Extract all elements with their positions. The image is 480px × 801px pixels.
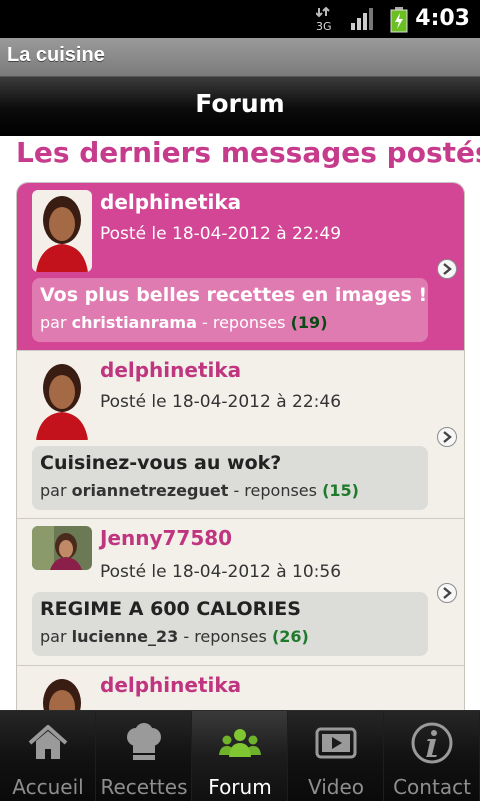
post-by-user: oriannetrezeguet [71, 481, 229, 500]
post-by-user: christianrama [71, 313, 197, 332]
chevron-right-icon[interactable] [437, 427, 457, 447]
bottom-tab-bar: Accueil Recettes Forum Video Contact [0, 710, 480, 801]
post-summary: Vos plus belles recettes en images ! par… [32, 278, 428, 342]
tab-label: Recettes [100, 775, 188, 799]
post-by-user: lucienne_23 [71, 627, 179, 646]
reply-count: (26) [271, 627, 309, 646]
tab-label: Accueil [12, 775, 84, 799]
tab-accueil[interactable]: Accueil [0, 711, 96, 801]
page-title: Forum [195, 89, 285, 118]
tab-recettes[interactable]: Recettes [96, 711, 192, 801]
post-meta: par lucienne_23 - reponses (26) [40, 627, 309, 646]
tab-video[interactable]: Video [288, 711, 384, 801]
post-meta: par oriannetrezeguet - reponses (15) [40, 481, 359, 500]
chevron-right-icon[interactable] [437, 583, 457, 603]
chevron-right-icon[interactable] [437, 259, 457, 279]
post-summary: REGIME A 600 CALORIES par lucienne_23 - … [32, 592, 428, 656]
tab-forum[interactable]: Forum [192, 711, 288, 801]
network-3g-icon: 3G [315, 6, 336, 35]
post-author: delphinetika [100, 190, 242, 214]
tab-label: Video [307, 775, 365, 799]
by-label: par [40, 627, 67, 646]
by-label: par [40, 313, 67, 332]
list-item[interactable]: Jenny77580 Posté le 18-04-2012 à 10:56 R… [17, 519, 464, 666]
list-item[interactable]: delphinetika [17, 666, 464, 710]
post-subject: Cuisinez-vous au wok? [40, 452, 282, 474]
clock: 4:03 [415, 6, 470, 31]
post-author: Jenny77580 [100, 526, 233, 550]
replies-label: - reponses [233, 481, 317, 500]
tab-contact[interactable]: Contact [384, 711, 480, 801]
by-label: par [40, 481, 67, 500]
avatar [32, 358, 92, 440]
post-date: Posté le 18-04-2012 à 10:56 [100, 562, 342, 582]
video-icon [315, 727, 357, 759]
tab-label: Contact [393, 775, 471, 799]
reply-count: (15) [322, 481, 359, 500]
tab-label: Forum [208, 775, 272, 799]
reply-count: (19) [290, 313, 328, 332]
post-list: delphinetika Posté le 18-04-2012 à 22:49… [16, 182, 465, 710]
post-subject: Vos plus belles recettes en images ! [40, 284, 428, 306]
battery-charging-icon [390, 7, 408, 37]
section-heading: Les derniers messages postés [16, 136, 480, 169]
info-icon [411, 722, 453, 764]
post-meta: par christianrama - reponses (19) [40, 313, 328, 332]
post-date: Posté le 18-04-2012 à 22:46 [100, 392, 342, 412]
home-icon [28, 725, 68, 759]
list-item[interactable]: delphinetika Posté le 18-04-2012 à 22:46… [17, 351, 464, 519]
avatar [32, 673, 92, 710]
app-title: La cuisine [7, 44, 105, 66]
list-item[interactable]: delphinetika Posté le 18-04-2012 à 22:49… [17, 183, 464, 351]
network-label: 3G [316, 20, 332, 31]
forum-content[interactable]: Les derniers messages postés delphinetik… [0, 136, 480, 710]
page-header: Forum [0, 77, 480, 136]
avatar [32, 190, 92, 272]
post-author: delphinetika [100, 673, 242, 697]
post-author: delphinetika [100, 358, 242, 382]
post-subject: REGIME A 600 CALORIES [40, 598, 301, 620]
status-bar: 3G 4:03 [0, 0, 480, 38]
avatar [32, 526, 92, 570]
app-title-bar: La cuisine [0, 38, 480, 77]
chef-hat-icon [127, 723, 161, 760]
replies-label: - reponses [183, 627, 267, 646]
post-summary: Cuisinez-vous au wok? par oriannetrezegu… [32, 446, 428, 510]
replies-label: - reponses [201, 313, 286, 332]
signal-icon [350, 7, 376, 35]
users-icon [219, 729, 261, 757]
post-date: Posté le 18-04-2012 à 22:49 [100, 224, 342, 244]
